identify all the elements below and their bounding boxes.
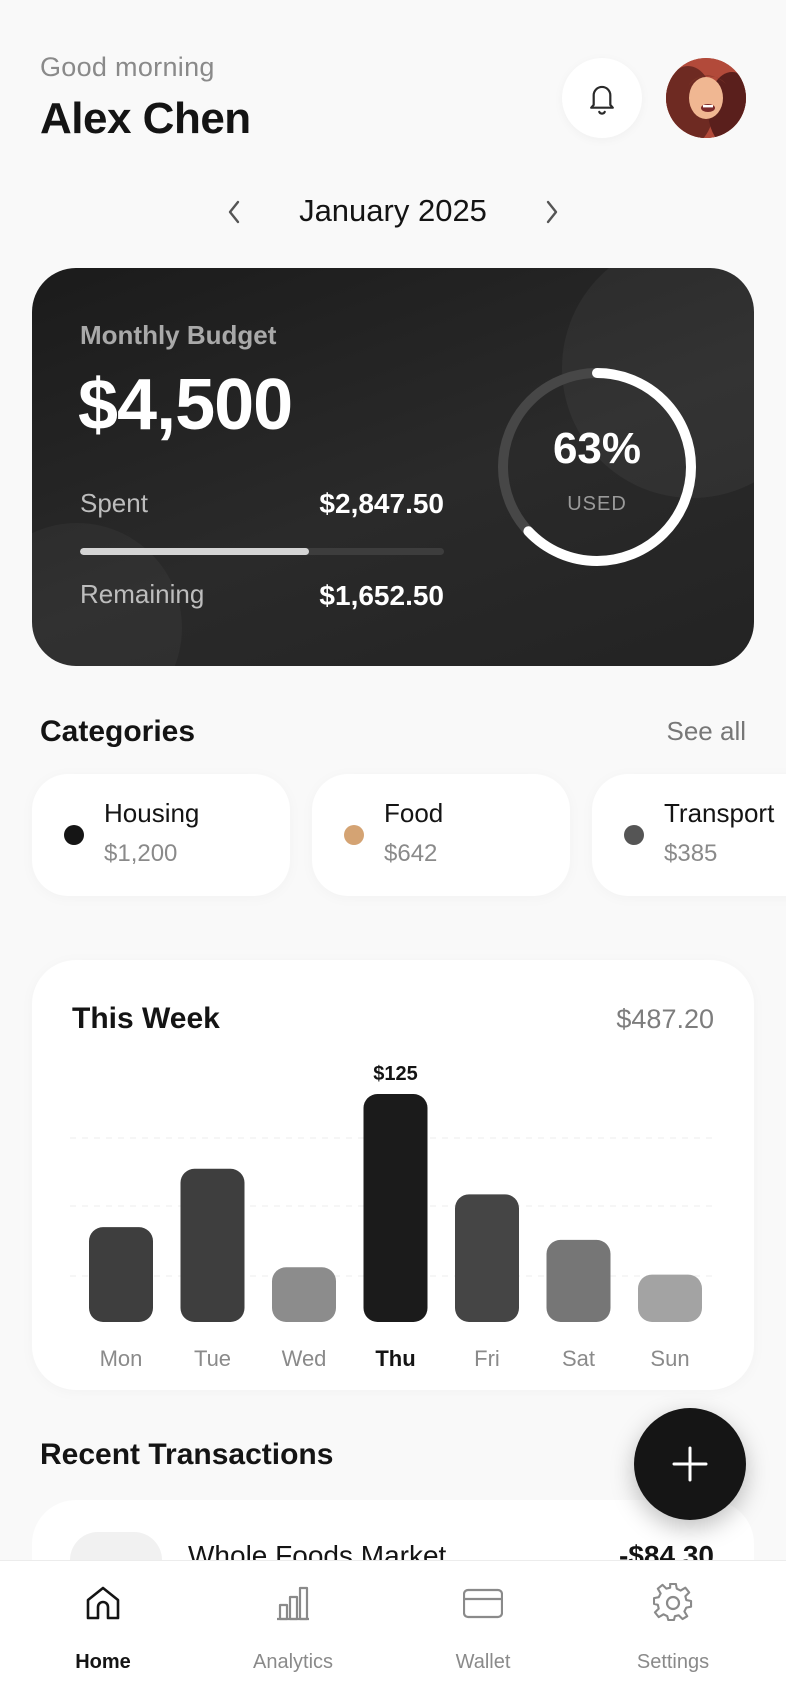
category-name: Housing bbox=[104, 798, 200, 828]
chart-bar-sun bbox=[638, 1274, 702, 1322]
chevron-left-icon bbox=[228, 200, 240, 224]
bar-chart-icon bbox=[277, 1586, 309, 1621]
app-screen: Good morning Alex Chen January 2025 Mont… bbox=[0, 0, 786, 1704]
remaining-label: Remaining bbox=[80, 579, 205, 609]
avatar-photo bbox=[666, 58, 746, 138]
category-card-transport[interactable]: Transport $385 bbox=[592, 774, 786, 896]
next-month-button[interactable] bbox=[538, 195, 566, 229]
category-card-food[interactable]: Food $642 bbox=[312, 774, 570, 896]
usage-caption: USED bbox=[567, 493, 627, 515]
nav-label-analytics: Analytics bbox=[252, 1651, 334, 1673]
home-icon bbox=[86, 1586, 120, 1620]
budget-card[interactable]: Monthly Budget $4,500 Spent $2,847.50 Re… bbox=[32, 268, 754, 666]
user-name: Alex Chen bbox=[40, 94, 251, 143]
chart-tick-label: Sat bbox=[562, 1346, 595, 1371]
budget-progress-bar bbox=[80, 548, 444, 555]
bell-icon bbox=[590, 85, 614, 115]
chart-tick-label: Tue bbox=[194, 1346, 231, 1371]
chart-bar-wed bbox=[272, 1267, 336, 1322]
category-amount: $1,200 bbox=[104, 840, 178, 867]
chart-tick-label: Sun bbox=[650, 1346, 689, 1371]
transactions-title: Recent Transactions bbox=[40, 1438, 334, 1471]
nav-label-wallet: Wallet bbox=[455, 1651, 511, 1673]
weekly-bar-chart: Mon Tue Wed Thu $125 Fri Sat Sun bbox=[70, 1063, 716, 1371]
chart-tick-label: Mon bbox=[100, 1346, 143, 1371]
nav-label-home: Home bbox=[75, 1651, 131, 1673]
spent-label: Spent bbox=[80, 488, 148, 518]
category-color-dot bbox=[344, 825, 364, 845]
chart-data-label: $125 bbox=[373, 1063, 418, 1085]
notifications-button[interactable] bbox=[562, 58, 642, 138]
chart-tick-label: Thu bbox=[375, 1346, 415, 1371]
add-transaction-button[interactable] bbox=[634, 1408, 746, 1520]
bottom-navigation: Home Analytics Wallet Settings bbox=[0, 1560, 786, 1704]
prev-month-button[interactable] bbox=[220, 195, 248, 229]
category-amount: $385 bbox=[664, 840, 718, 867]
month-label: January 2025 bbox=[299, 193, 487, 228]
card-icon bbox=[463, 1588, 503, 1619]
chart-bar-thu bbox=[363, 1094, 428, 1322]
category-color-dot bbox=[64, 825, 84, 845]
spent-value: $2,847.50 bbox=[319, 488, 444, 519]
categories-title: Categories bbox=[40, 715, 196, 748]
budget-title: Monthly Budget bbox=[80, 320, 277, 350]
see-all-link[interactable]: See all bbox=[667, 716, 747, 747]
nav-item-analytics[interactable]: Analytics bbox=[198, 1561, 388, 1704]
usage-percent: 63% bbox=[552, 424, 642, 473]
category-color-dot bbox=[624, 825, 644, 845]
gear-icon bbox=[653, 1583, 693, 1622]
budget-amount: $4,500 bbox=[78, 365, 293, 445]
weekly-spending-card: This Week $487.20 Mon Tue Wed Thu $125 Fri Sat… bbox=[32, 960, 754, 1390]
chart-tick-label: Fri bbox=[474, 1346, 500, 1371]
chevron-right-icon bbox=[546, 200, 558, 224]
chart-tick-label: Wed bbox=[282, 1346, 327, 1371]
nav-item-home[interactable]: Home bbox=[8, 1561, 198, 1704]
category-name: Transport bbox=[664, 798, 775, 828]
avatar[interactable] bbox=[666, 58, 746, 138]
budget-progress-fill bbox=[80, 548, 310, 555]
category-amount: $642 bbox=[384, 840, 438, 867]
chart-bar-tue bbox=[180, 1168, 245, 1322]
category-card-housing[interactable]: Housing $1,200 bbox=[32, 774, 290, 896]
plus-icon bbox=[672, 1446, 708, 1482]
nav-item-wallet[interactable]: Wallet bbox=[388, 1561, 578, 1704]
chart-bar-mon bbox=[89, 1227, 153, 1322]
remaining-value: $1,652.50 bbox=[319, 580, 444, 611]
nav-item-settings[interactable]: Settings bbox=[578, 1561, 768, 1704]
chart-bar-fri bbox=[455, 1194, 519, 1322]
category-name: Food bbox=[384, 798, 444, 828]
greeting-text: Good morning bbox=[40, 52, 215, 82]
nav-label-settings: Settings bbox=[636, 1651, 710, 1673]
chart-bar-sat bbox=[546, 1239, 611, 1322]
